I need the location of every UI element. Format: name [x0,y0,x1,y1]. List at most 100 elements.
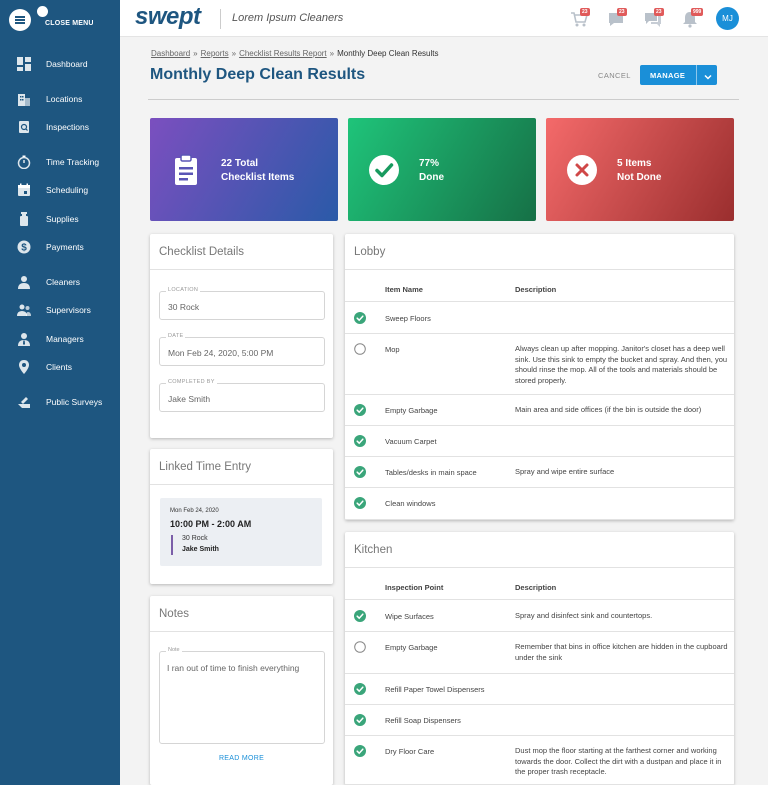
close-menu-label[interactable]: CLOSE MENU [45,20,94,27]
item-name: Empty Garbage [385,406,438,415]
field-value: 30 Rock [168,302,200,312]
sidebar-item-label: Dashboard [46,59,88,69]
breadcrumb-separator: » [193,49,198,58]
x-circle-icon [566,154,598,186]
messages-button[interactable]: 23 [644,8,664,28]
item-name: Tables/desks in main space [385,468,477,477]
field-label: Note [166,647,182,653]
lobby-card: Lobby Item Name Description Sweep Floors… [345,234,734,520]
check-circle-icon[interactable] [354,497,366,509]
stat-card-total: 22 Total Checklist Items [150,118,338,221]
users-icon [17,303,31,317]
field-label: COMPLETED BY [166,379,217,385]
avatar[interactable]: MJ [716,7,739,30]
checklist-details-card: Checklist Details LOCATION 30 Rock DATE … [150,234,333,438]
sidebar-item-supervisors[interactable]: Supervisors [0,297,120,323]
empty-circle-icon[interactable] [354,641,366,653]
item-description: Remember that bins in office kitchen are… [515,642,728,662]
read-more-link[interactable]: READ MORE [150,755,333,762]
sidebar-item-supplies[interactable]: Supplies [0,206,120,232]
sidebar: CLOSE MENU Dashboard Locations Inspectio… [0,0,120,785]
item-description: Spray and disinfect sink and countertops… [515,611,653,620]
check-circle-icon[interactable] [354,745,366,757]
sidebar-item-clients[interactable]: Clients [0,354,120,380]
swept-logo[interactable]: swept [135,3,201,31]
check-circle-icon[interactable] [354,610,366,622]
header-divider [148,99,739,100]
user-tie-icon [17,332,31,346]
sidebar-item-scheduling[interactable]: Scheduling [0,177,120,203]
manage-label: MANAGE [650,71,686,80]
calendar-icon [17,183,31,197]
table-header: Item Name Description [345,271,734,302]
sidebar-item-public-surveys[interactable]: Public Surveys [0,389,120,415]
check-circle-icon[interactable] [354,466,366,478]
breadcrumb-separator: » [329,49,335,58]
sidebar-item-time-tracking[interactable]: Time Tracking [0,149,120,175]
time-entry-location: 30 Rock [182,535,208,542]
date-field[interactable]: DATE Mon Feb 24, 2020, 5:00 PM [159,333,325,366]
field-value: Mon Feb 24, 2020, 5:00 PM [168,348,274,358]
item-name: Empty Garbage [385,643,438,652]
cancel-button[interactable]: CANCEL [598,71,631,80]
time-entry-date: Mon Feb 24, 2020 [170,508,219,514]
breadcrumb: Dashboard» Reports» Checklist Results Repo… [151,49,439,58]
survey-icon [17,395,31,409]
field-value: Jake Smith [168,394,211,404]
logo-divider [220,9,221,29]
item-description: Dust mop the floor starting at the farth… [515,746,722,776]
table-row: Empty Garbage Remember that bins in offic… [345,632,734,674]
check-circle-icon[interactable] [354,404,366,416]
table-row: Vacuum Carpet [345,426,734,457]
empty-circle-icon[interactable] [354,343,366,355]
check-circle-icon[interactable] [354,683,366,695]
table-row: Dry Floor Care Dust mop the floor startin… [345,736,734,785]
inspection-icon [17,120,31,134]
check-circle-icon[interactable] [354,435,366,447]
card-title: Linked Time Entry [159,461,252,473]
sidebar-item-payments[interactable]: $ Payments [0,234,120,260]
sidebar-item-managers[interactable]: Managers [0,326,120,352]
stat-card-done: 77% Done [348,118,536,221]
breadcrumb-checklist-results[interactable]: Checklist Results Report [239,49,327,58]
kitchen-card: Kitchen Inspection Point Description Wip… [345,532,734,785]
location-field[interactable]: LOCATION 30 Rock [159,287,325,320]
card-divider [150,269,333,270]
card-divider [150,631,333,632]
stat-total-value: 22 Total [221,158,259,169]
chat-button[interactable]: 23 [607,8,627,28]
check-circle-icon[interactable] [354,714,366,726]
notifications-button[interactable]: 999 [681,8,704,28]
check-circle-icon[interactable] [354,312,366,324]
manage-button[interactable]: MANAGE [640,65,717,85]
stat-total-label: Checklist Items [221,172,295,183]
item-description: Spray and wipe entire surface [515,467,615,476]
breadcrumb-separator: » [231,49,237,58]
stat-done-label: Done [419,172,444,183]
sidebar-item-dashboard[interactable]: Dashboard [0,51,120,77]
table-row: Clean windows [345,488,734,520]
sidebar-item-label: Inspections [46,122,89,132]
column-header: Inspection Point [385,583,444,592]
manage-divider [696,65,697,85]
sidebar-item-cleaners[interactable]: Cleaners [0,269,120,295]
menu-toggle-button[interactable] [9,9,31,31]
chevron-down-icon[interactable] [703,69,713,80]
sidebar-item-inspections[interactable]: Inspections [0,114,120,140]
sidebar-item-locations[interactable]: Locations [0,86,120,112]
cart-button[interactable]: 23 [570,8,590,28]
item-name: Dry Floor Care [385,747,435,756]
time-entry-item[interactable]: Mon Feb 24, 2020 10:00 PM - 2:00 AM 30 R… [160,498,322,566]
card-title: Checklist Details [159,246,244,258]
table-row: Mop Always clean up after mopping. Janito… [345,334,734,395]
completed-by-field[interactable]: COMPLETED BY Jake Smith [159,379,325,412]
breadcrumb-dashboard[interactable]: Dashboard [151,49,190,58]
note-textarea[interactable]: Note I ran out of time to finish everyth… [159,647,325,744]
card-divider [345,269,734,270]
page-title: Monthly Deep Clean Results [150,66,366,83]
breadcrumb-reports[interactable]: Reports [201,49,229,58]
card-title: Kitchen [354,544,393,556]
table-row: Tables/desks in main space Spray and wipe… [345,457,734,488]
notes-card: Notes Note I ran out of time to finish e… [150,596,333,785]
supplies-icon [17,212,31,226]
